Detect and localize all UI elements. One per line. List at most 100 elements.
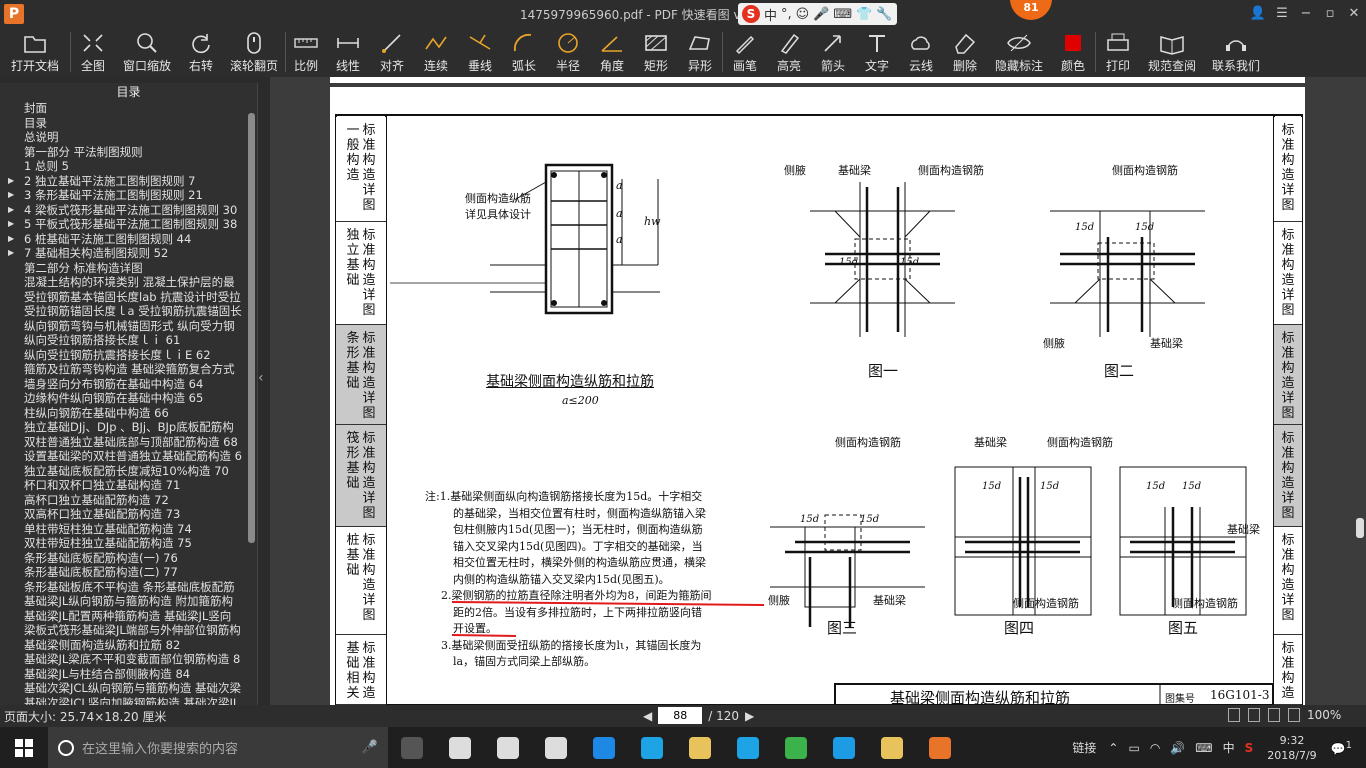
toc-item[interactable]: 边缘构件纵向钢筋在基础中构造 65	[0, 391, 246, 406]
ime-toolbar[interactable]: S 中 °, ☺ 🎤 ⌨ 👕 🔧	[738, 3, 897, 25]
toc-item[interactable]: 条形基础底板配筋构造(一) 76	[0, 551, 246, 566]
tool-continuous[interactable]: 连续	[414, 27, 458, 77]
toc-item[interactable]: 纵向钢筋弯钩与机械锚固形式 纵向受力钢	[0, 319, 246, 334]
expand-arrow-icon[interactable]: ▶	[8, 246, 14, 261]
taskbar-app[interactable]	[388, 727, 436, 768]
toc-item[interactable]: 第二部分 标准构造详图	[0, 261, 246, 276]
tray-chevron-icon[interactable]: ⌃	[1108, 741, 1118, 755]
view-mode-icon[interactable]	[1268, 708, 1280, 722]
tool-radius[interactable]: 半径	[546, 27, 590, 77]
tool-folder[interactable]: 打开文档	[0, 27, 70, 77]
toc-item[interactable]: 基础次梁JCL竖向加腋钢筋构造 基础次梁JL	[0, 696, 246, 706]
toc-item[interactable]: 基础次梁JCL纵向钢筋与箍筋构造 基础次梁	[0, 681, 246, 696]
toc-item[interactable]: ▶ 4 梁板式筏形基础平法施工图制图规则 30	[0, 203, 246, 218]
user-icon[interactable]: 👤	[1246, 0, 1270, 27]
expand-arrow-icon[interactable]: ▶	[8, 188, 14, 203]
toc-item[interactable]: 基础梁JL纵向钢筋与箍筋构造 附加箍筋构	[0, 594, 246, 609]
taskbar-app[interactable]	[676, 727, 724, 768]
expand-arrow-icon[interactable]: ▶	[8, 203, 14, 218]
taskbar-app[interactable]	[580, 727, 628, 768]
tool-scale[interactable]: 比例	[286, 27, 326, 77]
toc-item[interactable]: ▶ 6 桩基础平法施工图制图规则 44	[0, 232, 246, 247]
toc-item[interactable]: 梁板式筏形基础梁JL端部与外伸部位钢筋构	[0, 623, 246, 638]
taskbar-app[interactable]	[724, 727, 772, 768]
tool-color[interactable]: 颜色	[1051, 27, 1095, 77]
volume-icon[interactable]: 🔊	[1170, 741, 1185, 755]
tool-eye[interactable]: 隐藏标注	[987, 27, 1051, 77]
touch-keyboard-icon[interactable]: ⌨	[1195, 741, 1212, 755]
toc-scrollbar[interactable]	[248, 113, 255, 543]
toc-item[interactable]: 杯口和双杯口独立基础构造 71	[0, 478, 246, 493]
toc-item[interactable]: ▶ 3 条形基础平法施工图制图规则 21	[0, 188, 246, 203]
mic-icon[interactable]: 🎤	[362, 740, 378, 755]
toc-item[interactable]: 纵向受拉钢筋抗震搭接长度ｌｉE 62	[0, 348, 246, 363]
tool-arc[interactable]: 弧长	[502, 27, 546, 77]
tool-cloud[interactable]: 云线	[899, 27, 943, 77]
expand-arrow-icon[interactable]: ▶	[8, 217, 14, 232]
tool-text[interactable]: 文字	[855, 27, 899, 77]
keyboard-icon[interactable]: ⌨	[833, 7, 852, 22]
toc-item[interactable]: 1 总则 5	[0, 159, 246, 174]
toc-item[interactable]: 基础梁JL配置两种箍筋构造 基础梁JL竖向	[0, 609, 246, 624]
expand-arrow-icon[interactable]: ▶	[8, 174, 14, 189]
toc-item[interactable]: 柱纵向钢筋在基础中构造 66	[0, 406, 246, 421]
tool-contact[interactable]: 联系我们	[1204, 27, 1268, 77]
tool-printer[interactable]: 打印	[1096, 27, 1140, 77]
toc-item[interactable]: ▶ 2 独立基础平法施工图制图规则 7	[0, 174, 246, 189]
tool-align[interactable]: 对齐	[370, 27, 414, 77]
close-button[interactable]: ✕	[1342, 0, 1366, 27]
tool-fit[interactable]: 全图	[71, 27, 115, 77]
wifi-icon[interactable]: ◠	[1150, 741, 1160, 755]
viewer-scrollbar[interactable]	[1356, 518, 1364, 538]
toc-item[interactable]: 高杯口独立基础配筋构造 72	[0, 493, 246, 508]
minimize-button[interactable]: −	[1294, 0, 1318, 27]
toc-item[interactable]: 纵向受拉钢筋搭接长度ｌｉ 61	[0, 333, 246, 348]
toc-item[interactable]: ▶ 5 平板式筏形基础平法施工图制图规则 38	[0, 217, 246, 232]
toc-item[interactable]: 基础梁JL与柱结合部侧腋构造 84	[0, 667, 246, 682]
collapse-sidebar-icon[interactable]: ‹	[258, 370, 268, 386]
toc-item[interactable]: 封面	[0, 101, 246, 116]
skin-icon[interactable]: 👕	[856, 7, 872, 22]
tool-highlight[interactable]: 高亮	[767, 27, 811, 77]
zoom-level[interactable]: 100%	[1307, 708, 1341, 722]
tool-rotate[interactable]: 右转	[179, 27, 223, 77]
next-page-icon[interactable]: ▶	[745, 709, 754, 723]
tool-angle[interactable]: 角度	[590, 27, 634, 77]
tool-eraser[interactable]: 删除	[943, 27, 987, 77]
tool-zoom[interactable]: 窗口缩放	[115, 27, 179, 77]
maximize-button[interactable]: ▫	[1318, 0, 1342, 27]
view-mode-icon[interactable]	[1228, 708, 1240, 722]
taskbar-search[interactable]: 在这里输入你要搜索的内容 🎤	[48, 727, 388, 768]
notification-icon[interactable]: 💬1	[1331, 740, 1352, 756]
toc-item[interactable]: 第一部分 平法制图规则	[0, 145, 246, 160]
view-mode-icon[interactable]	[1248, 708, 1260, 722]
toc-item[interactable]: 单柱带短柱独立基础配筋构造 74	[0, 522, 246, 537]
toc-item[interactable]: 条形基础底板配筋构造(二) 77	[0, 565, 246, 580]
tool-perpendicular[interactable]: 垂线	[458, 27, 502, 77]
tool-pen[interactable]: 画笔	[723, 27, 767, 77]
taskbar-app[interactable]	[820, 727, 868, 768]
taskbar-app[interactable]	[532, 727, 580, 768]
toc-item[interactable]: 独立基础底板配筋长度减短10%构造 70	[0, 464, 246, 479]
tools-icon[interactable]: 🔧	[876, 7, 892, 22]
start-button[interactable]	[0, 727, 48, 768]
taskbar-app[interactable]	[436, 727, 484, 768]
toc-item[interactable]: 双高杯口独立基础配筋构造 73	[0, 507, 246, 522]
toc-item[interactable]: 基础梁侧面构造纵筋和拉筋 82	[0, 638, 246, 653]
expand-arrow-icon[interactable]: ▶	[8, 232, 14, 247]
taskbar-app[interactable]	[772, 727, 820, 768]
toc-item[interactable]: 箍筋及拉筋弯钩构造 基础梁箍筋复合方式	[0, 362, 246, 377]
mic-icon[interactable]: 🎤	[813, 7, 829, 22]
toc-item[interactable]: 目录	[0, 116, 246, 131]
toc-item[interactable]: 受拉钢筋基本锚固长度lab 抗震设计时受拉	[0, 290, 246, 305]
toc-item[interactable]: 条形基础板底不平构造 条形基础底板配筋	[0, 580, 246, 595]
sogou-icon[interactable]: S	[742, 5, 760, 23]
emoji-icon[interactable]: ☺	[796, 7, 810, 22]
ime-lang[interactable]: 中	[764, 5, 777, 24]
tool-arrow[interactable]: 箭头	[811, 27, 855, 77]
toc-item[interactable]: 墙身竖向分布钢筋在基础中构造 64	[0, 377, 246, 392]
ime-punct[interactable]: °,	[781, 7, 792, 22]
tool-rect[interactable]: 矩形	[634, 27, 678, 77]
prev-page-icon[interactable]: ◀	[643, 709, 652, 723]
battery-icon[interactable]: ▭	[1128, 741, 1139, 755]
